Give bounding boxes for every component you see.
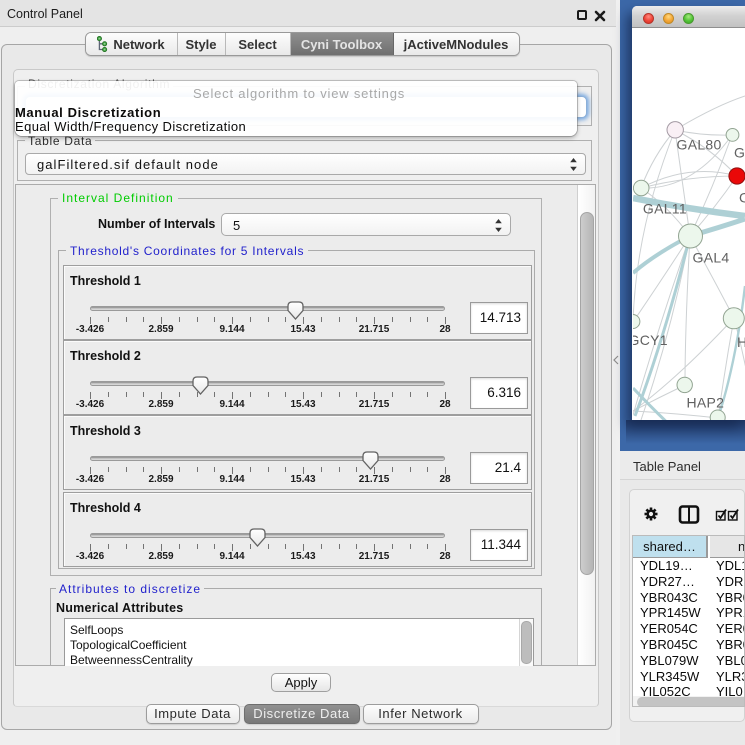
svg-text:H: H	[737, 334, 745, 350]
svg-text:GA: GA	[734, 145, 745, 161]
svg-text:GAL80: GAL80	[677, 137, 722, 153]
svg-text:HAP2: HAP2	[687, 395, 725, 411]
svg-text:GAL4: GAL4	[693, 250, 730, 266]
svg-text:GAL11: GAL11	[643, 201, 687, 217]
svg-text:C: C	[739, 190, 745, 206]
svg-text:GCY1: GCY1	[633, 332, 668, 348]
